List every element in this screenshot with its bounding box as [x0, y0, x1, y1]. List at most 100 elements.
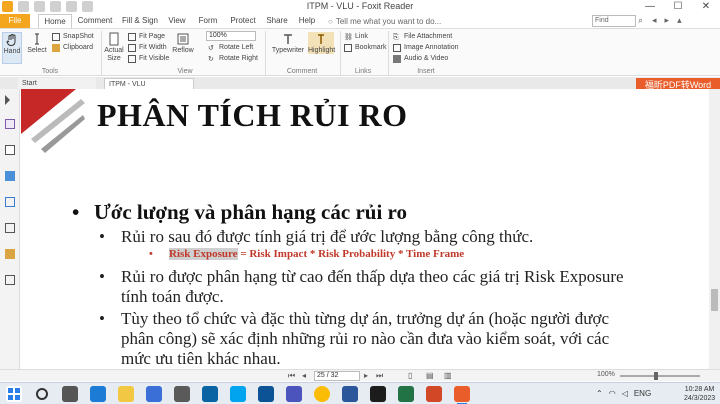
teams-icon[interactable] — [286, 386, 302, 402]
tab-start[interactable]: Start — [18, 78, 96, 89]
select-button[interactable]: Select — [26, 32, 48, 54]
tab-file[interactable]: File — [0, 14, 30, 28]
first-page-icon[interactable]: ⏮ — [288, 371, 295, 381]
language-indicator[interactable]: ENG — [634, 389, 651, 398]
next-page-icon[interactable]: ▸ — [364, 371, 368, 380]
reflow-button[interactable]: Reflow — [172, 32, 194, 54]
clock-date: 24/3/2023 — [684, 395, 716, 402]
tab-help[interactable]: Help — [294, 14, 320, 28]
tab-form[interactable]: Form — [195, 14, 221, 28]
fit-page-button[interactable]: Fit Page — [128, 32, 165, 42]
settings-icon[interactable] — [174, 386, 190, 402]
tab-protect[interactable]: Protect — [227, 14, 259, 28]
forward-icon[interactable]: ▸ — [665, 15, 670, 26]
snapshot-button[interactable]: SnapShot — [52, 32, 94, 42]
signature-icon[interactable] — [5, 275, 15, 285]
rotate-right-button[interactable]: ↻ Rotate Right — [208, 54, 258, 64]
tab-fill-sign[interactable]: Fill & Sign — [120, 14, 160, 28]
zoom-select[interactable]: 100% — [206, 31, 256, 41]
ribbon-body: Hand Select SnapShot Clipboard Tools Act… — [0, 28, 720, 76]
powerpoint-icon[interactable] — [426, 386, 442, 402]
tab-comment[interactable]: Comment — [76, 14, 114, 28]
store-icon[interactable] — [146, 386, 162, 402]
page-number-input[interactable]: 25 / 32 — [314, 371, 360, 381]
link-button[interactable]: ⛓ Link — [344, 32, 368, 42]
title-bar: ITPM - VLU - Foxit Reader — ☐ ✕ — [0, 0, 720, 14]
highlighter-icon — [318, 34, 324, 44]
file-attachment-button[interactable]: ⎘ File Attachment — [393, 32, 452, 42]
audio-video-button[interactable]: Audio & Video — [393, 54, 448, 64]
tab-home[interactable]: Home — [38, 14, 72, 28]
bookmarks-icon[interactable] — [5, 119, 15, 129]
clock-time: 10:28 AM — [684, 386, 715, 393]
zalo-icon[interactable] — [258, 386, 274, 402]
facing-page-icon[interactable]: ▥ — [444, 371, 452, 380]
clipboard-button[interactable]: Clipboard — [52, 43, 93, 53]
sub3-line1: Tùy theo tổ chức và đặc thù từng dự án, … — [121, 309, 610, 328]
mail-icon[interactable] — [202, 386, 218, 402]
task-view-icon[interactable] — [62, 386, 78, 402]
search-icon[interactable]: ⌕ — [638, 15, 643, 26]
camera-icon — [52, 33, 60, 41]
rotate-left-icon: ↺ — [208, 45, 214, 52]
tab-view[interactable]: View — [164, 14, 190, 28]
sub1-text: Rủi ro sau đó được tính giá trị để ước l… — [121, 227, 534, 246]
image-annotation-label: Image Annotation — [404, 44, 459, 51]
windows-start-icon[interactable] — [6, 386, 22, 402]
layers-icon[interactable] — [5, 171, 15, 181]
actual-size-button[interactable]: Actual Size — [104, 32, 124, 63]
bookmark-icon — [344, 44, 352, 52]
word-icon[interactable] — [342, 386, 358, 402]
excel-icon[interactable] — [398, 386, 414, 402]
single-page-icon[interactable]: ▯ — [408, 371, 412, 380]
rotate-left-button[interactable]: ↺ Rotate Left — [208, 43, 253, 53]
minimize-button[interactable]: — — [636, 0, 664, 14]
tab-document[interactable]: ITPM - VLU — [104, 78, 194, 89]
pages-icon[interactable] — [5, 145, 15, 155]
bookmark-label: Bookmark — [355, 44, 387, 51]
expand-panel-icon[interactable] — [5, 95, 10, 105]
bullet1-text: Ước lượng và phân hạng các rủi ro — [94, 200, 407, 224]
fit-visible-button[interactable]: Fit Visible — [128, 54, 169, 64]
network-icon[interactable]: ⌃ — [596, 389, 603, 398]
fit-width-button[interactable]: Fit Width — [128, 43, 167, 53]
continuous-page-icon[interactable]: ▤ — [426, 371, 434, 380]
maximize-button[interactable]: ☐ — [664, 0, 692, 14]
file-explorer-icon[interactable] — [118, 386, 134, 402]
skype-icon[interactable] — [230, 386, 246, 402]
lightbulb-icon: ○ — [328, 16, 333, 26]
sub3-line2: phân công) sẽ xác định những rủi ro nào … — [121, 329, 610, 348]
clipboard-icon — [52, 44, 60, 52]
document-page[interactable]: PHÂN TÍCH RỦI RO • Ước lượng và phân hạn… — [21, 89, 709, 369]
volume-icon[interactable]: ◁ — [622, 389, 628, 398]
tab-share[interactable]: Share — [264, 14, 290, 28]
back-icon[interactable]: ◂ — [652, 15, 657, 26]
comments-icon[interactable] — [5, 197, 15, 207]
media-icon — [393, 55, 401, 63]
chrome-icon[interactable] — [314, 386, 330, 402]
bookmark-button[interactable]: Bookmark — [344, 43, 387, 53]
last-page-icon[interactable]: ⏭ — [376, 371, 383, 381]
close-button[interactable]: ✕ — [692, 0, 720, 14]
zoom-slider[interactable] — [620, 372, 700, 380]
vertical-scrollbar[interactable] — [709, 89, 720, 369]
terminal-icon[interactable] — [370, 386, 386, 402]
collapse-ribbon-icon[interactable]: ▴ — [677, 15, 682, 26]
scrollbar-thumb[interactable] — [711, 289, 718, 311]
highlight-button[interactable]: Highlight — [308, 32, 335, 54]
security-icon[interactable] — [5, 249, 15, 259]
prev-page-icon[interactable]: ◂ — [302, 371, 306, 380]
search-icon[interactable] — [36, 388, 48, 400]
typewriter-button[interactable]: Typewriter — [270, 32, 306, 54]
image-annotation-button[interactable]: Image Annotation — [393, 43, 459, 53]
zoom-slider-knob[interactable] — [654, 372, 658, 380]
hand-button[interactable]: Hand — [2, 32, 22, 64]
attachments-icon[interactable] — [5, 223, 15, 233]
foxit-reader-icon[interactable] — [454, 386, 470, 404]
tell-me-search[interactable]: ○ Tell me what you want to do... — [328, 15, 470, 27]
wifi-icon[interactable]: ◠ — [609, 389, 616, 398]
system-clock[interactable]: 10:28 AM 24/3/2023 — [684, 385, 715, 403]
edge-icon[interactable] — [90, 386, 106, 402]
ribbon-divider — [340, 31, 341, 75]
find-input[interactable]: Find — [592, 15, 636, 27]
